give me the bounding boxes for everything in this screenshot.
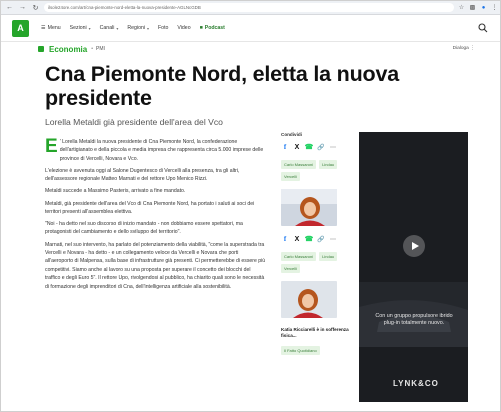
share-label: Condividi [281,132,302,137]
play-icon[interactable] [403,235,425,257]
facebook-icon[interactable]: f [281,143,289,151]
chevron-down-icon: ▾ [88,25,91,31]
menu-button[interactable]: ☰ Menu [41,25,61,31]
site-header: A ☰ Menu Sezioni ▾ Canali ▾ Regioni ▾ Foto … [1,15,500,42]
article-paragraph: E ' Lorella Metaldi la nuova presidente d… [45,136,264,162]
share-icons: f X ☎ 🔗 ⋯ [281,143,351,151]
ad-brand-logo: LYNK&CO [393,379,439,388]
tag-list-secondary: Carlo Massaroni Lindau Vercelli [281,252,351,273]
link-icon[interactable]: 🔗 [317,235,325,243]
tag[interactable]: Lindau [319,252,338,261]
podcast-icon: ■ [199,25,203,31]
subsection-link[interactable]: PMI [96,46,105,52]
tag[interactable]: Vercelli [281,172,300,181]
ad-caption: Con un gruppo propulsore ibrido plug-in … [375,313,453,326]
article-subtitle: Lorella Metaldi già presidente dell'area… [45,117,223,127]
nav-item-podcast[interactable]: ■ Podcast [200,25,225,31]
page-title: Cna Piemonte Nord, eletta la nuova presi… [45,62,399,110]
tag[interactable]: Carlo Massaroni [281,252,317,261]
x-icon[interactable]: X [293,235,301,243]
article-paragraph: Metaldi, già presidente dell'area del Vc… [45,200,255,215]
more-icon[interactable]: ⋯ [329,235,337,243]
chevron-down-icon: ▾ [116,25,119,31]
related-thumbnail[interactable] [281,281,337,318]
whatsapp-icon[interactable]: ☎ [305,143,314,151]
tag[interactable]: Vercelli [281,264,300,273]
x-icon[interactable]: X [293,143,301,151]
browser-toolbar: ← → ↻ ilsole24ore.com/art/cna-piemonte-n… [1,1,500,15]
nav-item-foto[interactable]: Foto [158,25,168,31]
share-column: Condividi f X ☎ 🔗 ⋯ Carlo Massaroni Lind… [281,132,351,357]
tag[interactable]: Carlo Massaroni [281,160,317,169]
nav-item-sezioni[interactable]: Sezioni ▾ [70,25,91,31]
nav-item-canali[interactable]: Canali ▾ [100,25,119,31]
profile-icon[interactable]: ● [480,4,487,11]
back-icon[interactable]: ← [5,3,14,12]
share-icons-secondary: f X ☎ 🔗 ⋯ [281,235,351,243]
section-breadcrumb: Economia • PMI Dialoga ⋮ [1,42,500,56]
tag[interactable]: Lindau [319,160,338,169]
article-paragraph: Marnati, nel suo intervento, ha parlato … [45,241,266,290]
address-bar[interactable]: ilsole24ore.com/art/cna-piemonte-nord-el… [44,3,454,12]
facebook-icon[interactable]: f [281,235,289,243]
site-logo[interactable]: A [12,19,29,37]
hamburger-icon: ☰ [41,25,46,31]
extensions-icon[interactable]: ▩ [469,4,476,11]
whatsapp-icon[interactable]: ☎ [305,235,314,243]
dialoga-link[interactable]: Dialoga ⋮ [453,46,475,51]
search-icon[interactable] [478,23,488,33]
article-paragraph: L'elezione è avvenuta oggi al Salone Dug… [45,167,240,183]
more-icon[interactable]: ⋯ [329,143,337,151]
related-source: Il Fatto Quotidiano [281,346,320,355]
article-paragraph: "Noi - ha detto nel suo discorso di iniz… [45,221,243,236]
browser-menu-icon[interactable]: ⋮ [491,4,498,11]
page-frame: ← → ↻ ilsole24ore.com/art/cna-piemonte-n… [0,0,501,412]
tag-list: Carlo Massaroni Lindau Vercelli [281,160,351,181]
nav-item-video[interactable]: Video [177,25,190,31]
link-icon[interactable]: 🔗 [317,143,325,151]
forward-icon[interactable]: → [18,3,27,12]
chevron-down-icon: ▾ [147,25,150,31]
article-paragraph: Metaldi succede a Massimo Pasteris, arri… [45,188,186,195]
nav-item-regioni[interactable]: Regioni ▾ [127,25,149,31]
bookmark-icon[interactable]: ☆ [458,4,465,11]
breadcrumb-separator: • [91,46,93,52]
dropcap: E [45,136,58,157]
related-article-title[interactable]: Katia Ricciarelli è in sofferenza fisica… [281,327,351,339]
video-frame [359,132,468,402]
video-ad[interactable]: Con un gruppo propulsore ibrido plug-in … [359,132,468,402]
section-link[interactable]: Economia [49,45,87,54]
reload-icon[interactable]: ↻ [31,3,40,12]
related-thumbnail[interactable] [281,189,337,226]
section-icon [38,46,44,52]
article-body: E ' Lorella Metaldi la nuova presidente d… [45,136,267,295]
url-text: ilsole24ore.com/art/cna-piemonte-nord-el… [48,5,201,10]
